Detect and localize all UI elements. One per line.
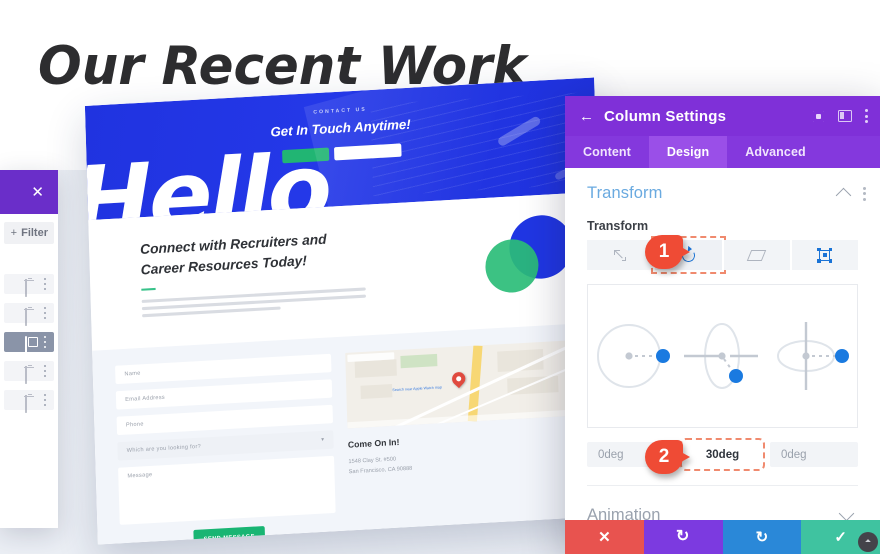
- settings-header-icons: [812, 109, 868, 123]
- callout-marker-2: 2: [645, 440, 690, 474]
- list-item[interactable]: [4, 361, 54, 384]
- rotation-degree-inputs: 0deg 30deg 0deg: [587, 438, 858, 471]
- transform-mode-segments: [587, 236, 858, 274]
- plus-icon: +: [10, 227, 18, 239]
- map-embed[interactable]: Search near Apple Watch map: [345, 340, 578, 429]
- email-field[interactable]: Email Address: [115, 379, 333, 410]
- scale-mode-button[interactable]: [587, 240, 654, 270]
- undo-button[interactable]: ↺: [643, 520, 723, 554]
- undo-icon: ↺: [676, 528, 690, 545]
- rotate-x-gizmo[interactable]: [768, 314, 856, 398]
- rotate-y-input[interactable]: 30deg: [680, 438, 765, 471]
- chevron-up-icon[interactable]: [835, 187, 852, 204]
- chevron-down-icon: ▾: [321, 436, 325, 444]
- callout-marker-1: 1: [645, 235, 690, 269]
- rotate-z-input[interactable]: 0deg: [770, 442, 858, 467]
- filter-button-label: Filter: [21, 227, 48, 239]
- hero-pen-image: [496, 115, 542, 148]
- list-item[interactable]: [4, 274, 54, 297]
- left-panel-header: ✕: [0, 170, 58, 214]
- hero-secondary-button[interactable]: [333, 143, 402, 161]
- trash-icon[interactable]: [25, 394, 35, 413]
- venn-circle-green: [484, 237, 540, 294]
- transform-section-header[interactable]: Transform: [565, 168, 880, 204]
- rotate-z-gizmo[interactable]: [589, 314, 677, 398]
- skew-mode-button[interactable]: [723, 240, 790, 270]
- preview-intro-heading: Connect with Recruiters and Career Resou…: [139, 231, 327, 278]
- rotation-gizmo-preview[interactable]: [587, 284, 858, 428]
- back-arrow-icon[interactable]: ←: [579, 109, 594, 124]
- contact-form[interactable]: Name Email Address Phone Which are you l…: [115, 353, 336, 545]
- phone-field[interactable]: Phone: [116, 404, 334, 436]
- kebab-menu-icon[interactable]: [865, 109, 868, 123]
- website-preview[interactable]: CONTACT US Get In Touch Anytime! Hello C…: [84, 77, 608, 545]
- tab-advanced[interactable]: Advanced: [727, 136, 824, 168]
- resize-handle[interactable]: [858, 532, 878, 552]
- column-settings-modal[interactable]: ← Column Settings Content Design Advance…: [565, 96, 880, 554]
- settings-action-bar: ✕ ↺ ↻ ✓: [565, 520, 880, 554]
- name-field[interactable]: Name: [115, 353, 332, 385]
- left-panel-rows: [0, 274, 58, 413]
- inquiry-select-value: Which are you looking for?: [126, 443, 202, 455]
- redo-icon: ↻: [755, 528, 769, 546]
- list-item[interactable]: [4, 303, 54, 326]
- kebab-menu-icon[interactable]: [44, 336, 47, 348]
- preview-intro-rule: [141, 288, 156, 291]
- settings-title: Column Settings: [604, 107, 727, 125]
- website-preview-card[interactable]: CONTACT US Get In Touch Anytime! Hello C…: [84, 77, 608, 545]
- callout-number: 1: [658, 241, 670, 262]
- settings-tabs: Content Design Advanced: [565, 136, 880, 168]
- redo-button[interactable]: ↻: [722, 520, 802, 554]
- map-pin-icon: [449, 369, 469, 389]
- tab-content[interactable]: Content: [565, 136, 649, 168]
- settings-header: ← Column Settings: [565, 96, 880, 136]
- origin-mode-button[interactable]: [791, 240, 858, 270]
- contact-address: 1548 Clay St. #500 San Francisco, CA 908…: [348, 444, 579, 478]
- inquiry-select[interactable]: Which are you looking for? ▾: [117, 430, 334, 461]
- transform-section-title: Transform: [587, 184, 663, 202]
- trash-icon[interactable]: [25, 278, 35, 297]
- layout-split-icon[interactable]: [838, 110, 852, 122]
- kebab-menu-icon[interactable]: [44, 307, 47, 319]
- settings-body: Transform Transform 0deg 30deg 0deg Anim…: [565, 168, 880, 554]
- callout-number: 2: [658, 446, 670, 467]
- hero-texture: [370, 92, 588, 197]
- check-icon: ✓: [834, 528, 847, 546]
- kebab-menu-icon[interactable]: [44, 394, 47, 406]
- kebab-menu-icon[interactable]: [44, 365, 47, 377]
- duplicate-icon[interactable]: [25, 335, 35, 355]
- trash-icon[interactable]: [25, 307, 35, 326]
- tab-design[interactable]: Design: [648, 136, 728, 168]
- contact-info: Search near Apple Watch map Come On In! …: [345, 340, 580, 530]
- trash-icon[interactable]: [25, 365, 35, 384]
- close-icon: ✕: [598, 528, 611, 546]
- filter-button[interactable]: + Filter: [4, 222, 54, 244]
- rotate-y-gizmo[interactable]: [678, 314, 766, 398]
- preview-intro-paragraph: [141, 287, 367, 318]
- origin-icon: [817, 247, 833, 263]
- screen-root: Our Recent Work CONTACT US Get In Touch …: [0, 0, 880, 554]
- message-field[interactable]: Message: [118, 455, 336, 525]
- list-item-selected[interactable]: [4, 332, 54, 355]
- kebab-menu-icon[interactable]: [44, 278, 47, 290]
- map-directions-link[interactable]: Search near Apple Watch map: [392, 385, 442, 392]
- cancel-button[interactable]: ✕: [565, 520, 644, 554]
- scale-icon: [614, 249, 627, 262]
- close-icon[interactable]: ✕: [31, 185, 44, 200]
- preview-contact-section: Name Email Address Phone Which are you l…: [92, 322, 608, 545]
- skew-icon: [746, 249, 767, 261]
- section-kebab-menu-icon[interactable]: [863, 186, 866, 201]
- preview-body: Connect with Recruiters and Career Resou…: [88, 191, 608, 545]
- venn-graphic: [484, 213, 574, 294]
- focus-icon[interactable]: [812, 110, 825, 123]
- transform-field-label: Transform: [587, 219, 649, 233]
- list-item[interactable]: [4, 390, 54, 413]
- hero-eyebrow: CONTACT US: [313, 106, 367, 116]
- left-side-panel[interactable]: ✕ + Filter: [0, 170, 58, 528]
- chevron-down-icon[interactable]: [838, 505, 855, 522]
